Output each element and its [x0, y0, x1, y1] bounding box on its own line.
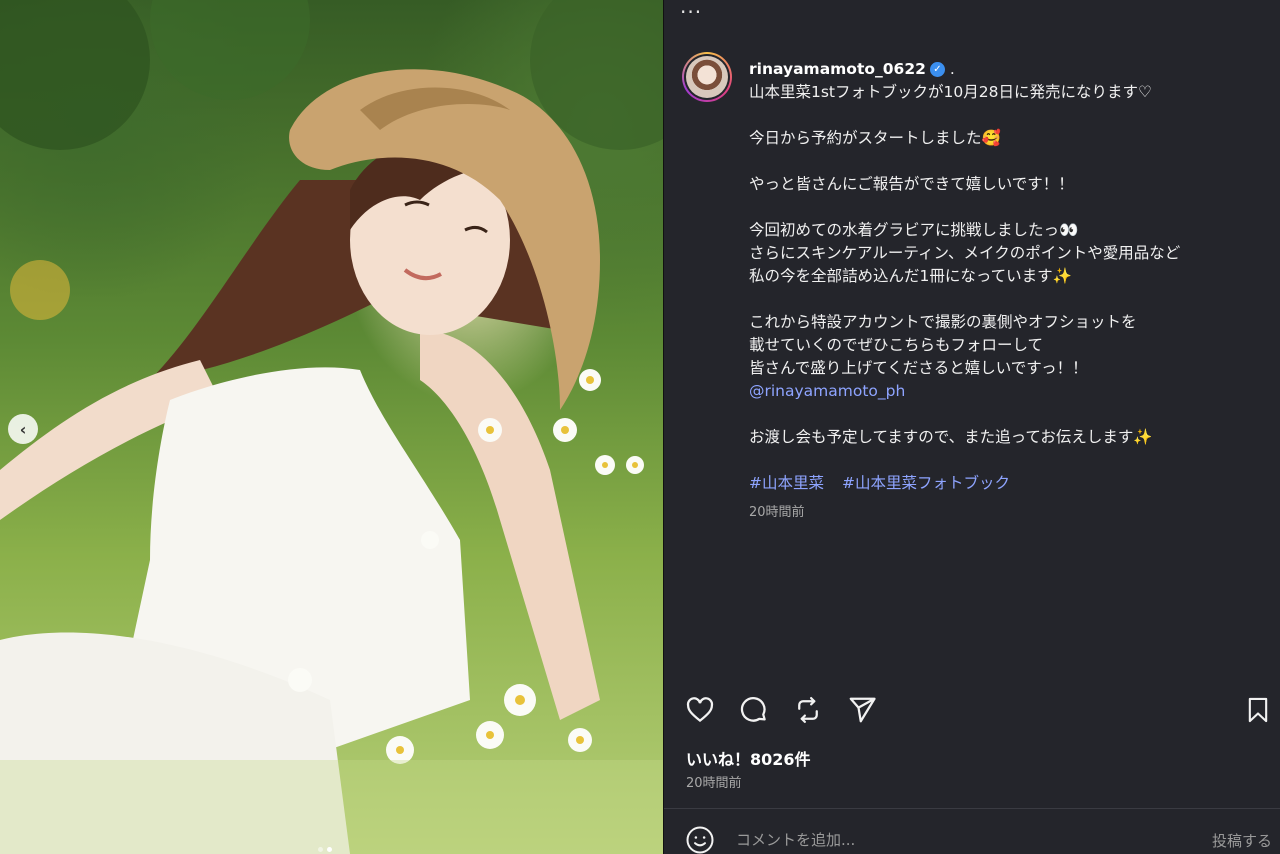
comment-button[interactable]	[738, 694, 770, 726]
repost-button[interactable]	[792, 694, 824, 726]
username-text[interactable]: rinayamamoto_0622	[749, 58, 926, 81]
repost-icon	[798, 697, 818, 723]
caption-closing-line: お渡し会も予定してますので、また追ってお伝えします✨	[749, 428, 1153, 446]
like-button[interactable]	[684, 694, 716, 726]
carousel-dot	[318, 847, 323, 852]
carousel-indicator	[318, 847, 332, 852]
previous-photo-button[interactable]: ‹	[8, 414, 38, 444]
hashtag-list: #山本里菜 #山本里菜フォトブック	[749, 472, 1259, 495]
author-username[interactable]: rinayamamoto_0622 ✓	[749, 58, 945, 81]
caption-line	[749, 150, 1259, 173]
comment-icon	[740, 697, 766, 722]
post-detail-panel: ... rinayamamoto_0622 ✓ . 山本里菜1stフォトブックが…	[663, 0, 1280, 854]
emoji-button[interactable]	[684, 824, 716, 854]
caption-line: 皆さんで盛り上げてくださると嬉しいですっ！！	[749, 359, 1088, 377]
caption-line: さらにスキンケアルーティン、メイクのポイントや愛用品など	[749, 244, 1181, 262]
caption-line	[749, 196, 1259, 219]
hashtag-link[interactable]: #山本里菜フォトブック	[842, 472, 1010, 495]
verified-badge-icon: ✓	[929, 62, 945, 77]
post-comment-button[interactable]: 投稿する	[1212, 830, 1272, 851]
share-icon	[849, 697, 876, 723]
caption-line: 今日から予約がスタートしました🥰	[749, 129, 1001, 147]
mention-link[interactable]: @rinayamamoto_ph	[749, 380, 1259, 403]
post-timestamp: 20時間前	[686, 776, 742, 791]
post-actions	[684, 694, 878, 726]
caption-line: これから特設アカウントで撮影の裏側やオフショットを	[749, 313, 1137, 331]
avatar-image	[686, 56, 728, 98]
photo-illustration	[0, 0, 663, 854]
emoji-icon	[686, 826, 714, 854]
comment-composer: 投稿する	[684, 824, 1272, 854]
caption-line	[749, 104, 1259, 127]
username-separator: .	[949, 60, 955, 78]
caption-timestamp: 20時間前	[749, 505, 805, 520]
like-count[interactable]: いいね！8026件	[686, 746, 811, 770]
heart-icon	[686, 697, 714, 723]
bookmark-icon	[1248, 697, 1268, 723]
hashtag-link[interactable]: #山本里菜	[749, 472, 824, 495]
post-photo: ‹	[0, 0, 663, 854]
caption-line: やっと皆さんにご報告ができて嬉しいです！！	[749, 175, 1074, 193]
caption-line	[749, 288, 1259, 311]
comment-input[interactable]	[736, 831, 1212, 849]
post-caption: rinayamamoto_0622 ✓ . 山本里菜1stフォトブックが10月2…	[749, 58, 1259, 524]
author-avatar[interactable]	[682, 52, 732, 102]
caption-line: 今回初めての水着グラビアに挑戦しましたっ👀	[749, 221, 1079, 239]
chevron-left-icon: ‹	[19, 419, 27, 439]
carousel-dot-active	[327, 847, 332, 852]
share-button[interactable]	[846, 694, 878, 726]
more-options-button[interactable]: ...	[680, 0, 702, 18]
caption-line: 載せていくのでぜひこちらもフォローして	[749, 336, 1044, 354]
save-button[interactable]	[1242, 694, 1274, 726]
caption-line: 私の今を全部詰め込んだ1冊になっています✨	[749, 267, 1072, 285]
divider	[664, 808, 1280, 809]
caption-line: 山本里菜1stフォトブックが10月28日に発売になります♡	[749, 83, 1152, 101]
